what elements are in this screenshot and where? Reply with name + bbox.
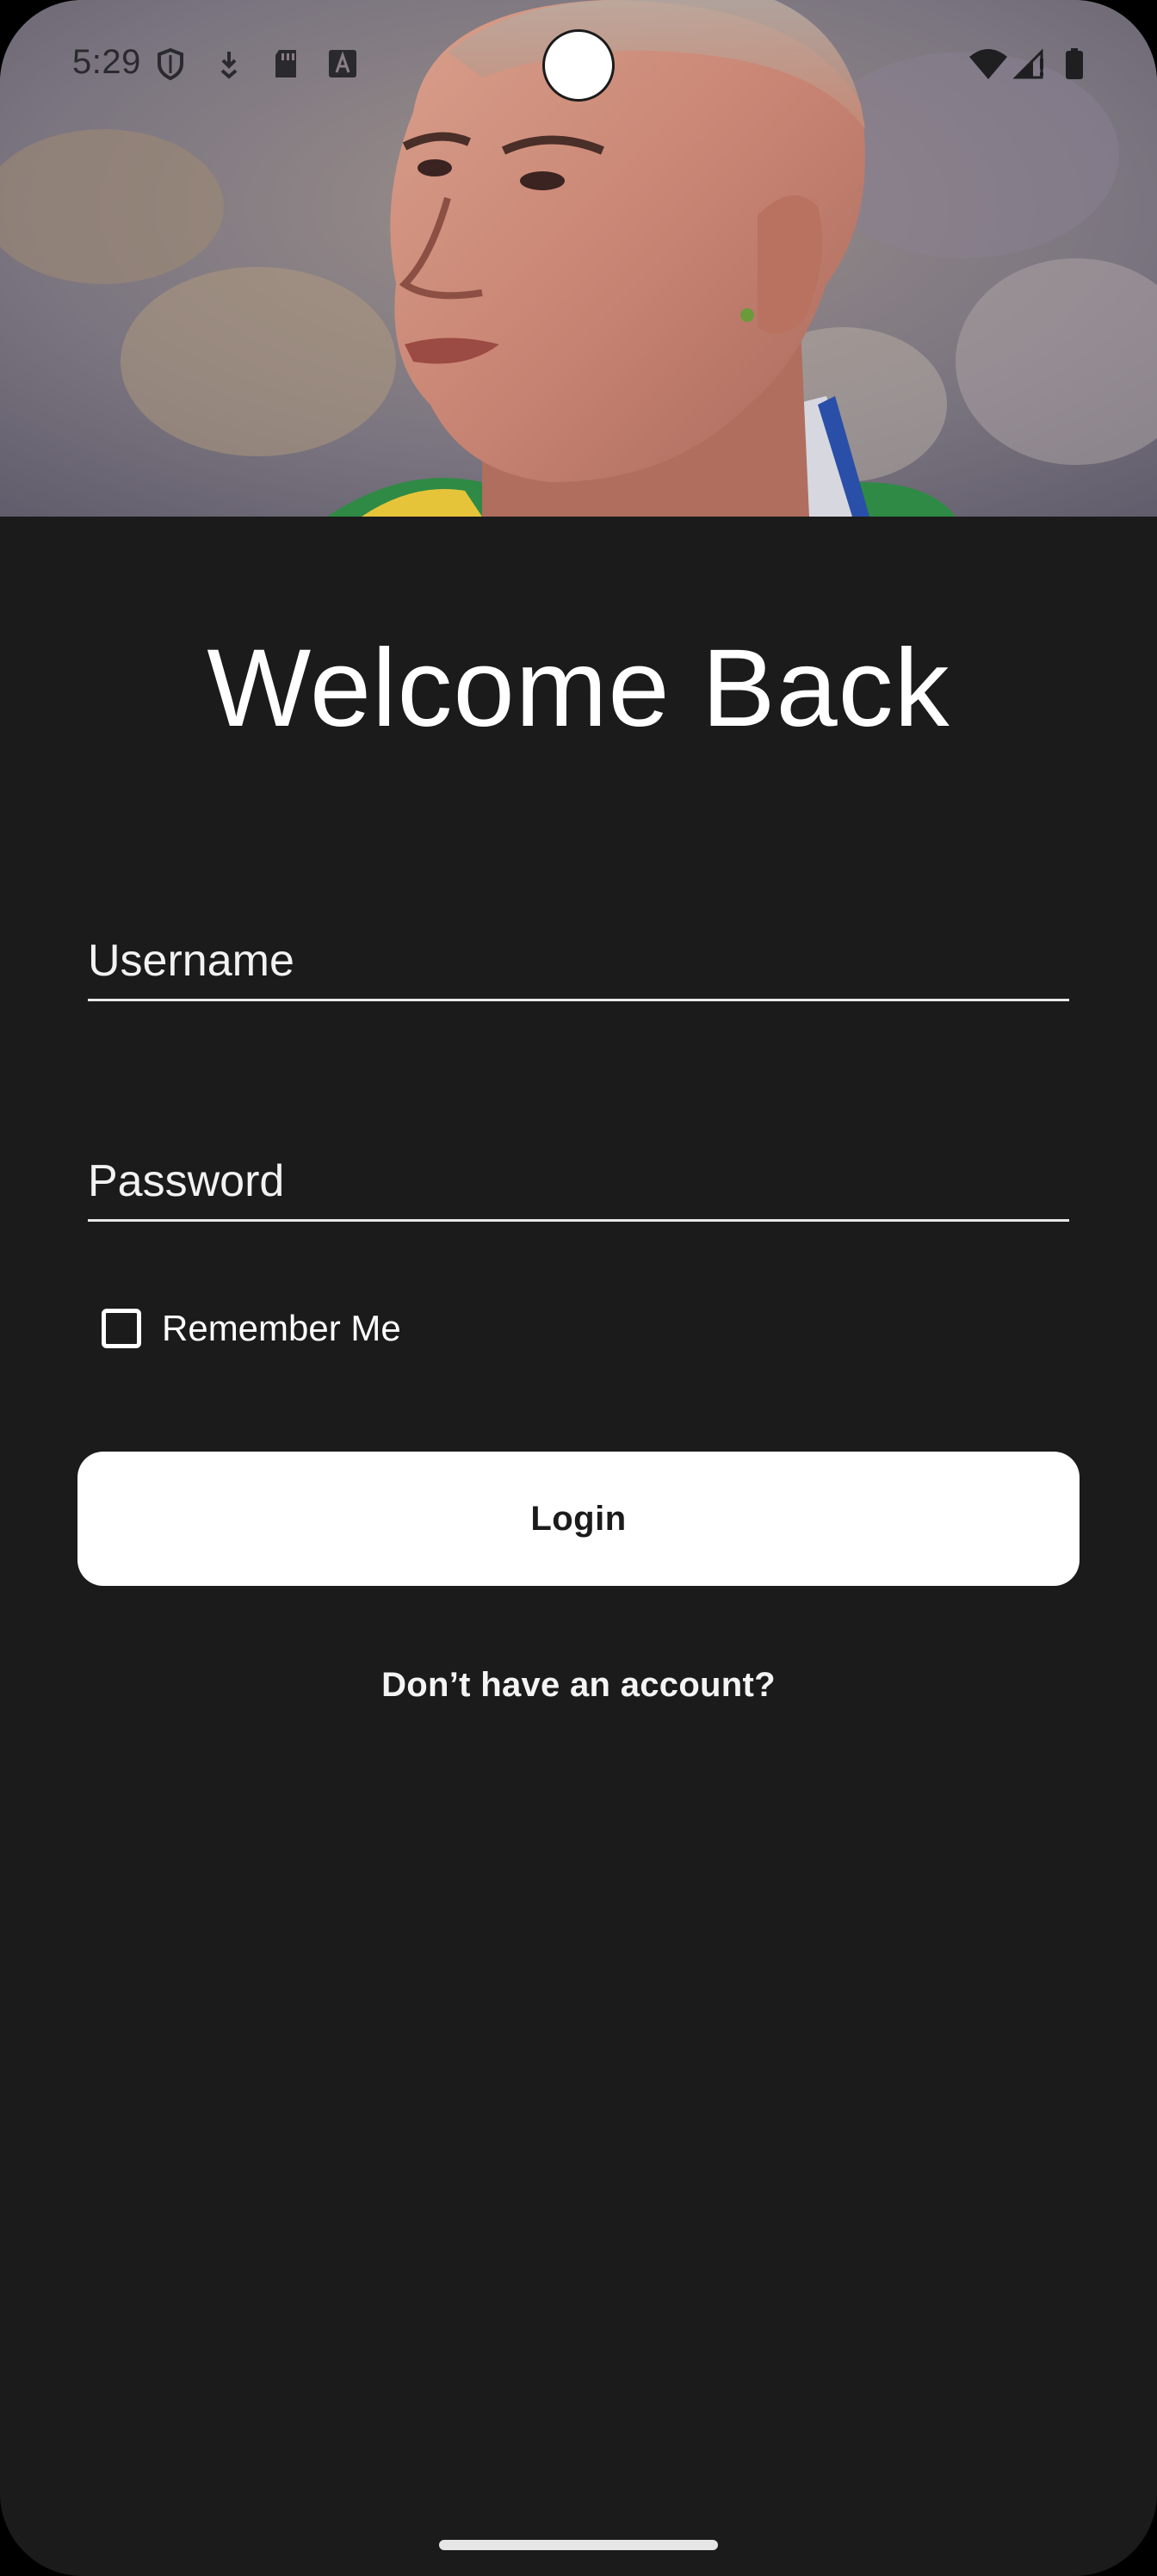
battery-icon bbox=[1066, 48, 1083, 79]
camera-cutout bbox=[542, 29, 615, 102]
sd-card-icon bbox=[275, 50, 296, 77]
home-indicator[interactable] bbox=[439, 2540, 718, 2550]
shield-icon bbox=[158, 47, 183, 81]
username-input[interactable] bbox=[88, 935, 1069, 987]
font-a-icon bbox=[329, 50, 356, 77]
wifi-icon bbox=[969, 49, 1007, 79]
download-icon bbox=[220, 52, 238, 79]
remember-me-checkbox[interactable] bbox=[102, 1309, 141, 1348]
password-field[interactable] bbox=[88, 1150, 1069, 1222]
password-input[interactable] bbox=[88, 1155, 1069, 1207]
signal-icon bbox=[1012, 48, 1043, 79]
signup-link[interactable]: Don’t have an account? bbox=[0, 1666, 1157, 1705]
status-bar: 5:29 bbox=[0, 0, 1157, 129]
username-field[interactable] bbox=[88, 930, 1069, 1001]
page-title: Welcome Back bbox=[207, 627, 950, 750]
app-screen: 5:29 Welcome Back Username Remember Me L… bbox=[0, 0, 1157, 2576]
remember-me-label[interactable]: Remember Me bbox=[162, 1308, 401, 1349]
remember-me-row[interactable]: Remember Me bbox=[102, 1303, 401, 1353]
status-time: 5:29 bbox=[72, 43, 141, 81]
login-button[interactable]: Login bbox=[77, 1452, 1080, 1586]
